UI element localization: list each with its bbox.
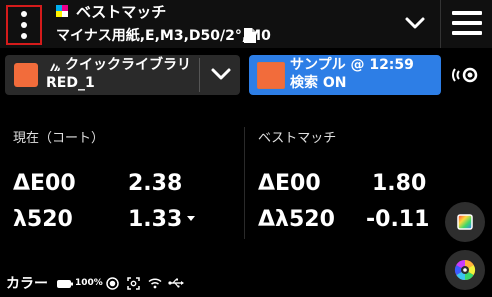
app-title: ベストマッチ bbox=[76, 3, 167, 21]
color-wheel-button[interactable] bbox=[445, 250, 485, 290]
sample-search-status: 検索 ON bbox=[290, 75, 347, 91]
best-de-value: 1.80 bbox=[372, 171, 427, 196]
usb-icon bbox=[168, 278, 184, 288]
battery-icon bbox=[57, 280, 73, 288]
lambda-dropdown-icon[interactable] bbox=[187, 216, 195, 221]
current-lambda-label: λ520 bbox=[13, 207, 73, 232]
target-icon bbox=[106, 277, 119, 290]
hamburger-icon[interactable] bbox=[452, 11, 482, 35]
library-chevron-down-icon[interactable] bbox=[208, 62, 234, 86]
cmyk-icon bbox=[56, 5, 68, 17]
sample-title: サンプル @ 12:59 bbox=[290, 57, 414, 73]
best-lambda-value: -0.11 bbox=[366, 207, 430, 232]
menu-dots-icon[interactable] bbox=[6, 5, 42, 45]
column-divider bbox=[244, 127, 245, 239]
library-name: クイックライブラリ bbox=[65, 57, 191, 73]
color-palette-button[interactable] bbox=[445, 202, 485, 242]
best-lambda-label: Δλ520 bbox=[258, 207, 335, 232]
wifi-icon bbox=[148, 278, 162, 289]
header-divider bbox=[440, 0, 441, 48]
measurement-conditions: マイナス用紙,E,M3,D50/2°,M0 bbox=[56, 28, 271, 44]
current-lambda-value[interactable]: 1.33 bbox=[128, 207, 182, 233]
focus-icon bbox=[127, 277, 140, 290]
library-color-swatch bbox=[14, 63, 38, 87]
status-mode-label: カラー bbox=[6, 276, 48, 292]
measure-icon[interactable] bbox=[449, 59, 483, 91]
color-palette-icon bbox=[457, 214, 473, 230]
best-de-label: ΔE00 bbox=[258, 171, 321, 196]
library-color-name: RED_1 bbox=[46, 75, 95, 91]
library-divider bbox=[199, 58, 200, 92]
color-wheel-icon bbox=[454, 259, 476, 281]
current-de-value: 2.38 bbox=[128, 171, 183, 196]
library-icon bbox=[50, 63, 60, 71]
current-de-label: ΔE00 bbox=[13, 171, 76, 196]
chevron-down-icon[interactable] bbox=[401, 12, 429, 34]
document-icon[interactable] bbox=[244, 28, 256, 43]
current-label: 現在（コート） bbox=[13, 131, 105, 146]
sample-color-swatch bbox=[257, 62, 285, 89]
best-match-label: ベストマッチ bbox=[258, 131, 337, 146]
battery-percent: 100% bbox=[75, 278, 103, 288]
